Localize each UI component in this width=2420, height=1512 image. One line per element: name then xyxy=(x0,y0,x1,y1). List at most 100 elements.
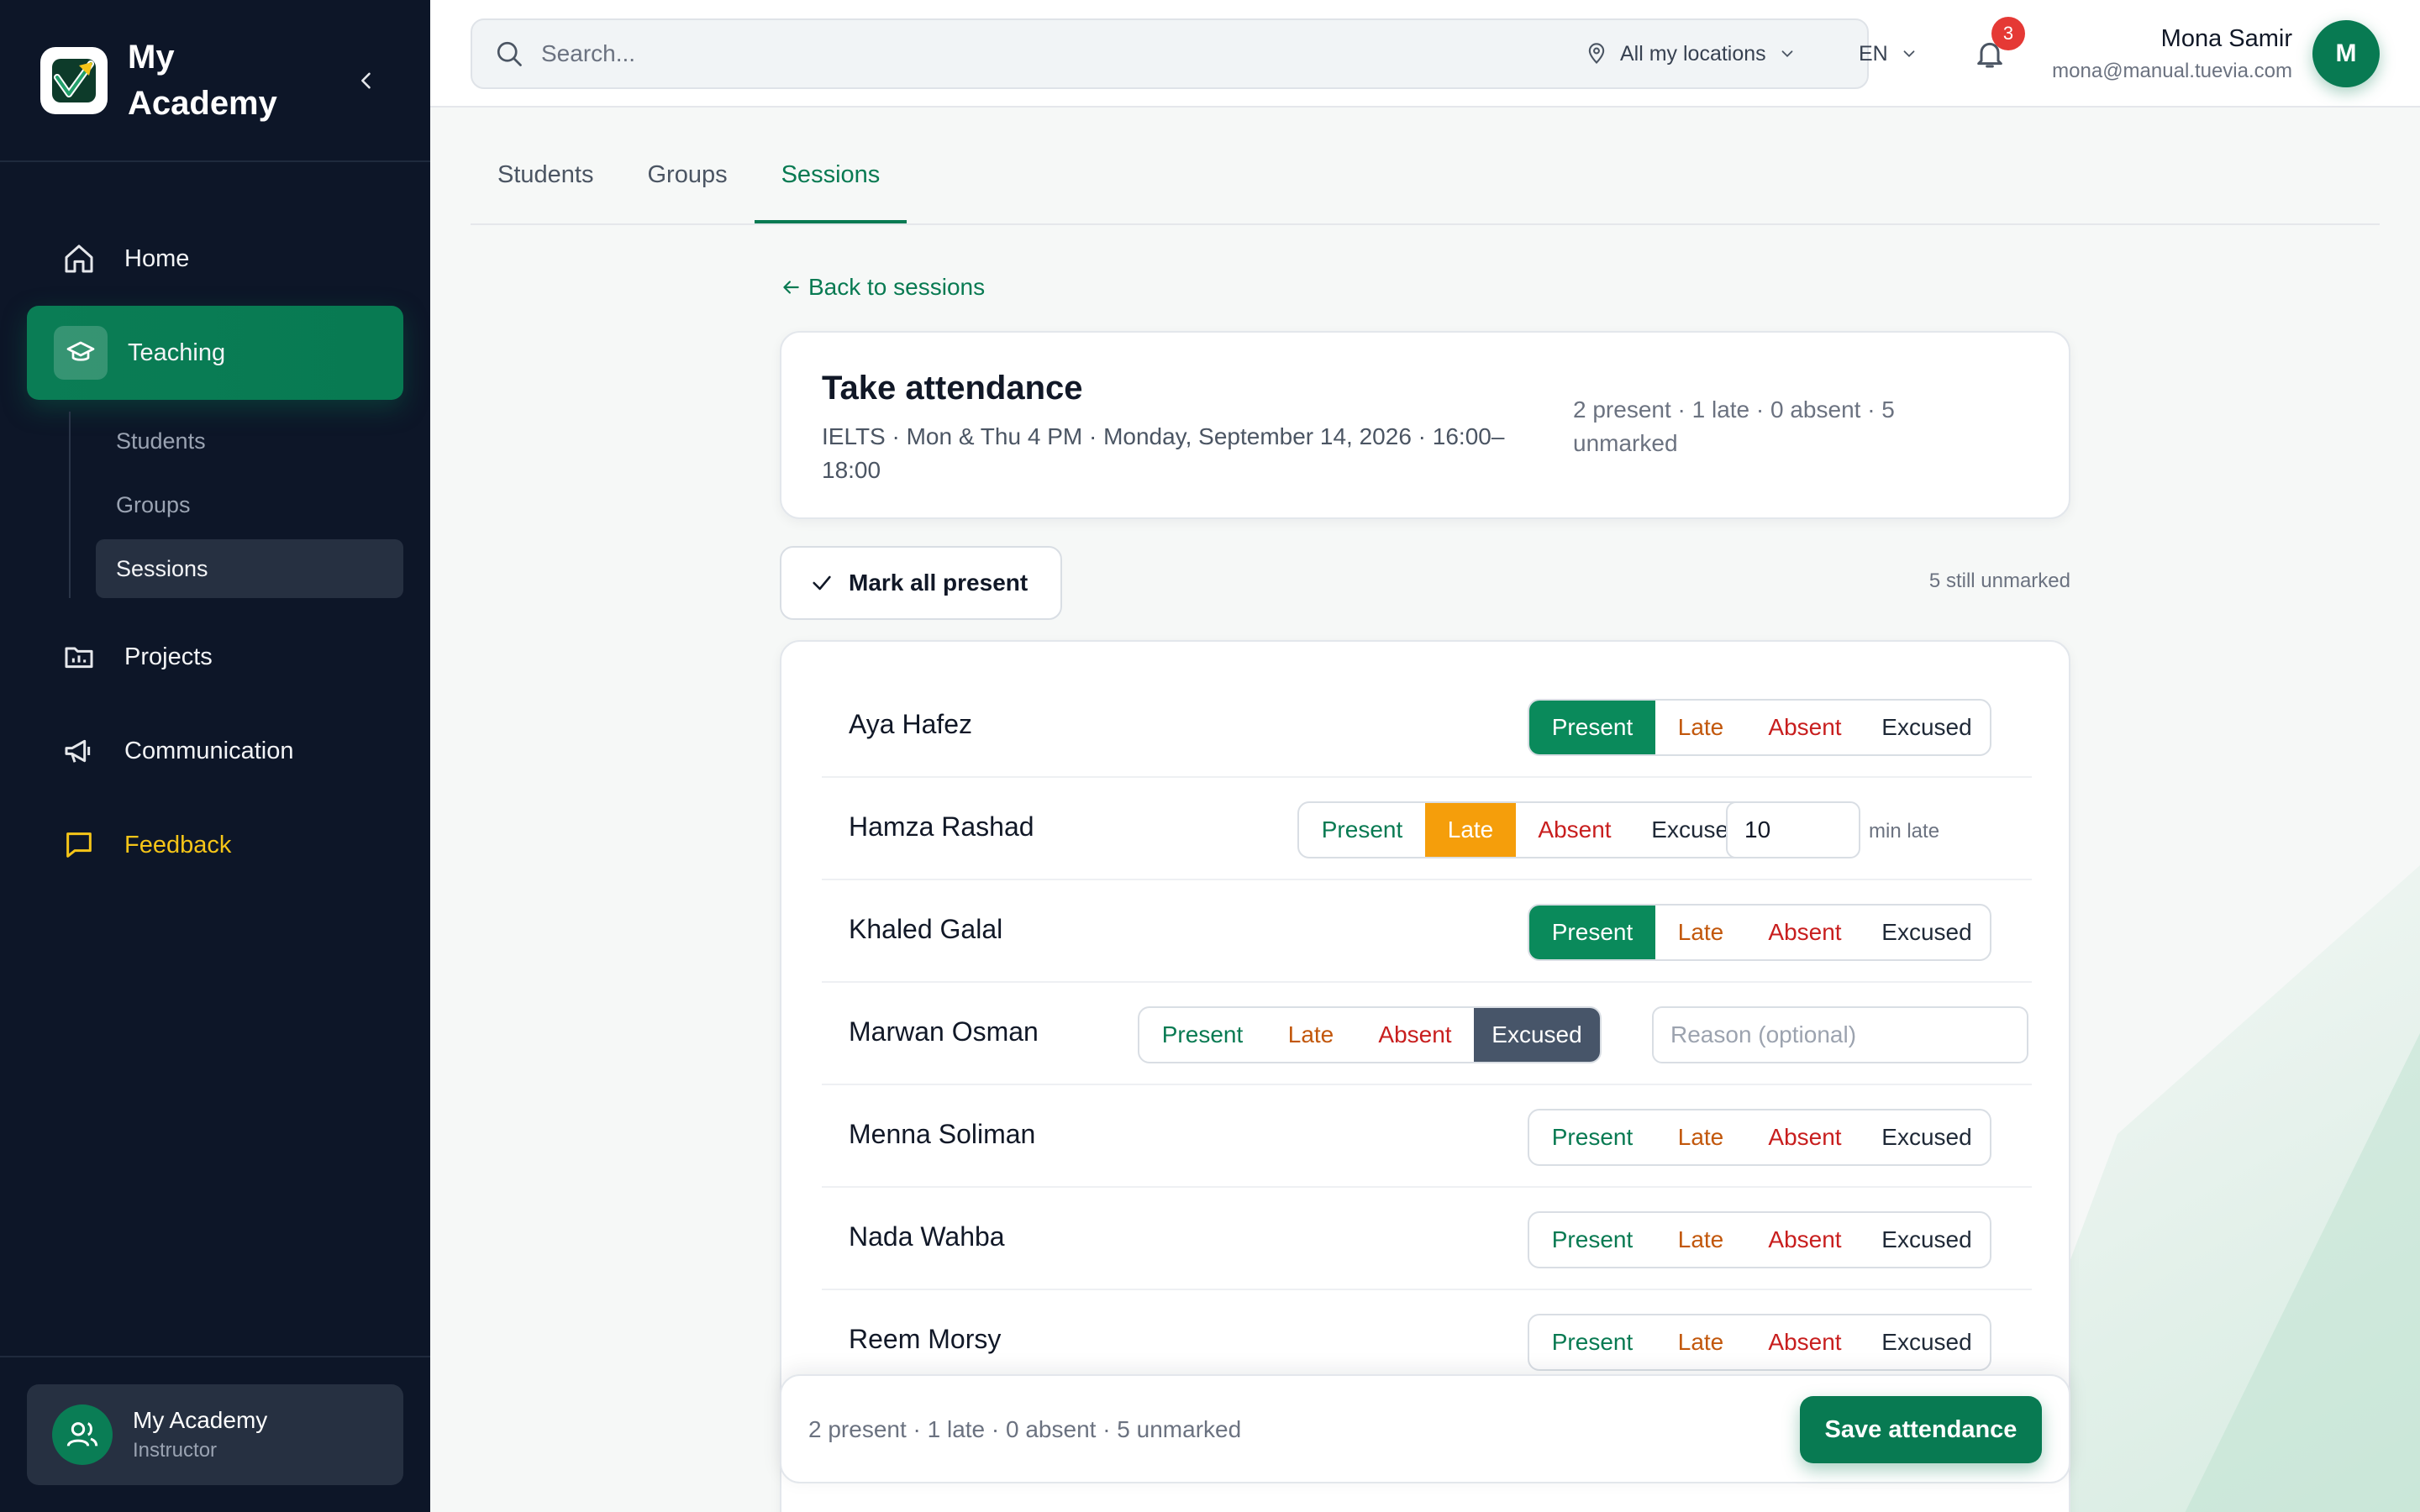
attendance-header-card: Take attendance IELTS · Mon & Thu 4 PM ·… xyxy=(780,331,2070,519)
student-name: Khaled Galal xyxy=(849,914,1003,944)
status-present-button[interactable]: Present xyxy=(1529,1315,1655,1369)
attendance-footer-bar: 2 present · 1 late · 0 absent · 5 unmark… xyxy=(780,1374,2070,1483)
graduation-cap-icon xyxy=(54,326,108,380)
sidebar-item-label: Teaching xyxy=(128,339,226,366)
student-name: Nada Wahba xyxy=(849,1221,1005,1252)
status-excused-button[interactable]: Excused xyxy=(1474,1008,1600,1062)
folder-chart-icon xyxy=(62,640,96,674)
tabs: Students Groups Sessions xyxy=(471,109,2380,225)
user-email: mona@manual.tuevia.com xyxy=(2052,60,2292,82)
status-excused-button[interactable]: Excused xyxy=(1864,1315,1990,1369)
brand: My Academy xyxy=(0,0,430,162)
status-present-button[interactable]: Present xyxy=(1299,803,1425,857)
chevron-down-icon xyxy=(1903,50,1915,58)
status-absent-button[interactable]: Absent xyxy=(1746,906,1864,959)
arrow-left-icon xyxy=(783,281,799,294)
student-name: Marwan Osman xyxy=(849,1016,1039,1047)
sidebar: My Academy Home Teaching Students Groups… xyxy=(0,0,430,1512)
user-profile: Mona Samir mona@manual.tuevia.com xyxy=(2052,25,2292,83)
page-title: Take attendance xyxy=(822,370,1083,407)
workspace-name: My Academy xyxy=(133,1407,268,1433)
sidebar-subitem-groups[interactable]: Groups xyxy=(96,475,403,534)
status-absent-button[interactable]: Absent xyxy=(1356,1008,1474,1062)
status-excused-button[interactable]: Excused xyxy=(1864,1213,1990,1267)
brand-name: My Academy xyxy=(128,38,277,122)
status-late-button[interactable]: Late xyxy=(1655,1315,1746,1369)
status-late-button[interactable]: Late xyxy=(1655,1213,1746,1267)
sidebar-item-feedback[interactable]: Feedback xyxy=(27,798,403,892)
attendance-summary: 2 present · 1 late · 0 absent · 5 unmark… xyxy=(1573,396,1895,456)
status-absent-button[interactable]: Absent xyxy=(1746,701,1864,754)
status-selector: Present Late Absent Excused xyxy=(1528,699,1991,756)
home-icon xyxy=(62,242,96,276)
mark-all-label: Mark all present xyxy=(849,570,1028,596)
status-selector: Present Late Absent Excused xyxy=(1528,1314,1991,1371)
teaching-subnav: Students Groups Sessions xyxy=(69,412,403,598)
sidebar-subitem-students[interactable]: Students xyxy=(96,412,403,470)
language-select[interactable]: EN xyxy=(1859,34,1918,74)
avatar[interactable]: M xyxy=(2312,20,2380,87)
status-selector: Present Late Absent Excused xyxy=(1297,801,1761,858)
tab-students[interactable]: Students xyxy=(471,151,620,223)
status-late-button[interactable]: Late xyxy=(1425,803,1516,857)
tab-groups[interactable]: Groups xyxy=(620,151,754,223)
status-present-button[interactable]: Present xyxy=(1529,701,1655,754)
status-selector: Present Late Absent Excused xyxy=(1528,904,1991,961)
status-present-button[interactable]: Present xyxy=(1529,906,1655,959)
sidebar-item-communication[interactable]: Communication xyxy=(27,704,403,798)
table-row: Menna Soliman Present Late Absent Excuse… xyxy=(822,1085,2032,1188)
status-selector: Present Late Absent Excused xyxy=(1528,1109,1991,1166)
status-absent-button[interactable]: Absent xyxy=(1746,1315,1864,1369)
status-absent-button[interactable]: Absent xyxy=(1746,1213,1864,1267)
megaphone-icon xyxy=(62,734,96,768)
chevron-left-icon xyxy=(361,72,371,88)
status-late-button[interactable]: Late xyxy=(1655,906,1746,959)
table-row: Khaled Galal Present Late Absent Excused xyxy=(822,880,2032,983)
save-attendance-button[interactable]: Save attendance xyxy=(1800,1396,2042,1463)
student-name: Aya Hafez xyxy=(849,709,973,739)
sidebar-footer: My Academy Instructor xyxy=(0,1356,430,1512)
mark-all-present-button[interactable]: Mark all present xyxy=(780,546,1062,620)
chat-bubble-icon xyxy=(62,828,96,862)
language-label: EN xyxy=(1859,41,1888,66)
status-late-button[interactable]: Late xyxy=(1265,1008,1356,1062)
status-excused-button[interactable]: Excused xyxy=(1864,906,1990,959)
status-absent-button[interactable]: Absent xyxy=(1746,1110,1864,1164)
sidebar-item-projects[interactable]: Projects xyxy=(27,610,403,704)
collapse-sidebar-button[interactable] xyxy=(343,57,390,104)
status-present-button[interactable]: Present xyxy=(1529,1110,1655,1164)
workspace-role: Instructor xyxy=(133,1439,218,1462)
status-present-button[interactable]: Present xyxy=(1529,1213,1655,1267)
table-row: Nada Wahba Present Late Absent Excused xyxy=(822,1188,2032,1290)
sidebar-item-home[interactable]: Home xyxy=(27,212,403,306)
notification-count-badge: 3 xyxy=(1991,17,2025,50)
location-select[interactable]: All my locations xyxy=(1585,34,1797,74)
sidebar-subitem-sessions[interactable]: Sessions xyxy=(96,539,403,598)
brand-logo-icon xyxy=(40,46,108,114)
sidebar-item-label: Projects xyxy=(124,643,213,670)
unmarked-count: 5 still unmarked xyxy=(1928,570,2070,592)
table-row: Aya Hafez Present Late Absent Excused xyxy=(822,675,2032,778)
back-link-label: Back to sessions xyxy=(808,274,986,300)
excuse-reason-input[interactable] xyxy=(1652,1006,2028,1063)
student-name: Menna Soliman xyxy=(849,1119,1036,1149)
minutes-late-input[interactable] xyxy=(1726,801,1860,858)
workspace-switcher[interactable]: My Academy Instructor xyxy=(27,1384,403,1485)
status-late-button[interactable]: Late xyxy=(1655,701,1746,754)
student-name: Hamza Rashad xyxy=(849,811,1034,842)
back-to-sessions-link[interactable]: Back to sessions xyxy=(780,274,985,301)
topbar: All my locations EN 3 Mona Samir mona@ma… xyxy=(430,0,2420,108)
sidebar-item-teaching[interactable]: Teaching xyxy=(27,306,403,400)
status-absent-button[interactable]: Absent xyxy=(1516,803,1634,857)
status-excused-button[interactable]: Excused xyxy=(1864,701,1990,754)
status-selector: Present Late Absent Excused xyxy=(1138,1006,1602,1063)
status-late-button[interactable]: Late xyxy=(1655,1110,1746,1164)
status-present-button[interactable]: Present xyxy=(1139,1008,1265,1062)
sidebar-item-label: Home xyxy=(124,244,190,272)
tab-sessions[interactable]: Sessions xyxy=(754,151,908,223)
main-content: Students Groups Sessions Back to session… xyxy=(430,109,2420,1512)
footer-summary: 2 present · 1 late · 0 absent · 5 unmark… xyxy=(808,1416,1242,1442)
session-details: IELTS · Mon & Thu 4 PM · Monday, Septemb… xyxy=(822,423,1505,483)
check-icon xyxy=(813,575,831,591)
status-excused-button[interactable]: Excused xyxy=(1864,1110,1990,1164)
